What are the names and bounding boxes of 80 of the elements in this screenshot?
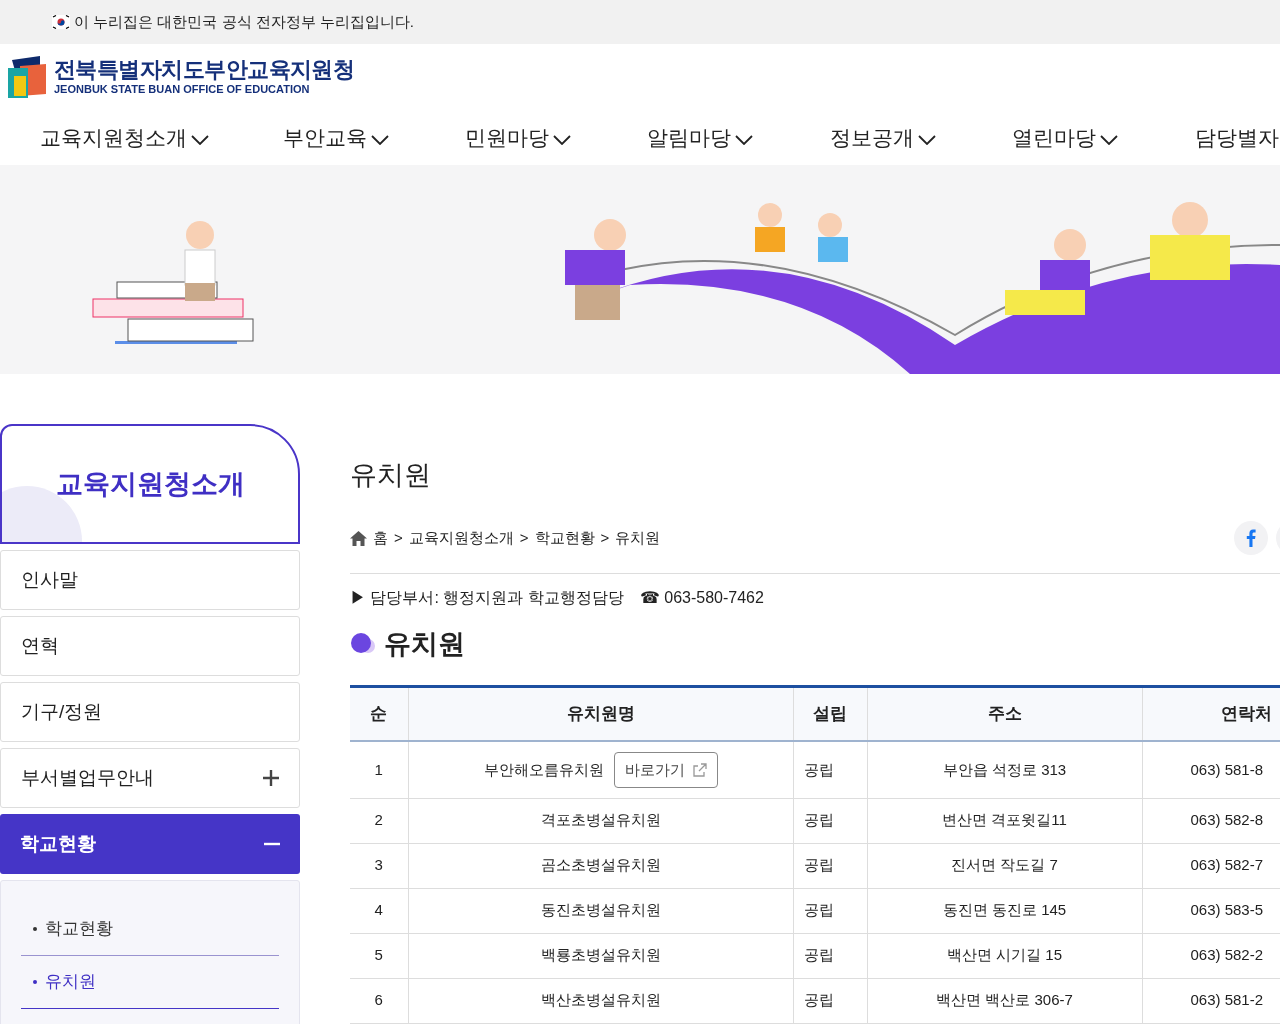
table-cell: 공립 [793,843,867,888]
table-cell: 동진면 동진로 145 [867,888,1142,933]
breadcrumb-link[interactable]: 유치원 [615,526,661,550]
table-cell: 진서면 작도길 7 [867,843,1142,888]
facebook-icon [1246,529,1256,547]
chevron-down-icon [191,134,209,145]
table-cell: 063) 581-8 [1142,741,1280,798]
table-cell-text: 동진초병설유치원 [540,900,661,921]
home-icon[interactable] [350,530,367,546]
chevron-down-icon [735,134,753,145]
breadcrumb-separator: > [519,527,529,548]
column-header: 연락처 [1142,686,1280,741]
column-header: 설립 [793,686,867,741]
nav-link[interactable]: 열린마당 [1012,121,1118,154]
table-cell: 063) 581-2 [1142,978,1280,1023]
sidebar-item[interactable]: 학교현황 [0,814,300,874]
logo-subtitle: JEONBUK STATE BUAN OFFICE OF EDUCATION [54,84,311,95]
chevron-down-icon [371,134,389,145]
nav-link[interactable]: 부안교육 [283,121,389,154]
table-cell-text: 곰소초병설유치원 [540,855,661,876]
table-cell: 변산면 격포윗길11 [867,798,1142,843]
nav-link[interactable]: 알림마당 [647,121,753,154]
table-cell: 공립 [793,888,867,933]
breadcrumb-separator: > [394,527,403,548]
table-cell: 1 [350,741,408,798]
breadcrumb-link[interactable]: 홈 [373,526,388,550]
external-link-icon [692,762,707,777]
table-cell: 백산면 백산로 306-7 [867,978,1142,1023]
submenu-link[interactable]: 유치원 [45,969,96,995]
breadcrumb-separator: > [600,527,610,548]
facebook-share-button[interactable] [1234,521,1268,555]
table-cell: 백산면 시기길 15 [867,933,1142,978]
table-cell: 6 [350,978,408,1023]
table-cell: 공립 [793,933,867,978]
table-cell: 2 [350,798,408,843]
table-cell: 063) 582-8 [1142,798,1280,843]
breadcrumb-link[interactable]: 교육지원청소개 [408,526,514,550]
logo-title[interactable]: 전북특별자치도부안교육지원청 [54,59,355,81]
submenu-link[interactable]: 학교현황 [45,916,113,942]
chevron-down-icon [553,134,571,145]
nav-link[interactable]: 정보공개 [830,121,936,154]
column-header: 유치원명 [408,686,793,741]
sidebar-item[interactable]: 연혁 [0,616,300,676]
breadcrumb-link[interactable]: 학교현황 [534,526,595,550]
chevron-down-icon [918,134,936,145]
section-title: 유치원 [384,628,465,661]
table-cell: 063) 582-2 [1142,933,1280,978]
bullet-circle-icon [350,633,376,656]
table-cell: 3 [350,843,408,888]
page-title: 유치원 [350,462,432,489]
nav-link[interactable]: 담당별자 [1195,121,1279,154]
table-cell-text: 부안해오름유치원 [483,759,604,780]
table-cell-text: 백산초병설유치원 [540,990,661,1011]
table-cell: 5 [350,933,408,978]
bullet-icon [33,927,37,931]
sidebar-title: 교육지원청소개 [55,467,245,501]
table-cell: 063) 582-7 [1142,843,1280,888]
sidebar-item[interactable]: 기구/정원 [0,682,300,742]
table-cell-text: 격포초병설유치원 [540,810,661,831]
column-header: 순 [350,686,408,741]
table-cell: 공립 [793,741,867,798]
nav-link[interactable]: 교육지원청소개 [40,121,209,154]
phone-info: ☎ 063-580-7462 [639,588,764,608]
chevron-down-icon [1100,134,1118,145]
nav-link[interactable]: 민원마당 [465,121,571,154]
banner-text: 이 누리집은 대한민국 공식 전자정부 누리집입니다. [74,11,414,32]
flag-icon [52,15,70,29]
column-header: 주소 [867,686,1142,741]
shortcut-button[interactable]: 바로가기 [613,751,718,788]
table-cell: 부안읍 석정로 313 [867,741,1142,798]
table-cell: 공립 [793,798,867,843]
table-cell: 공립 [793,978,867,1023]
sidebar-item[interactable]: 인사말 [0,550,300,610]
table-cell-text: 백룡초병설유치원 [540,945,661,966]
sidebar-item[interactable]: 부서별업무안내 [0,748,300,808]
logo-icon[interactable] [8,56,46,98]
bullet-icon [33,980,37,984]
department-info: ▶ 담당부서: 행정지원과 학교행정담당 [350,588,624,608]
table-cell: 4 [350,888,408,933]
table-cell: 063) 583-5 [1142,888,1280,933]
